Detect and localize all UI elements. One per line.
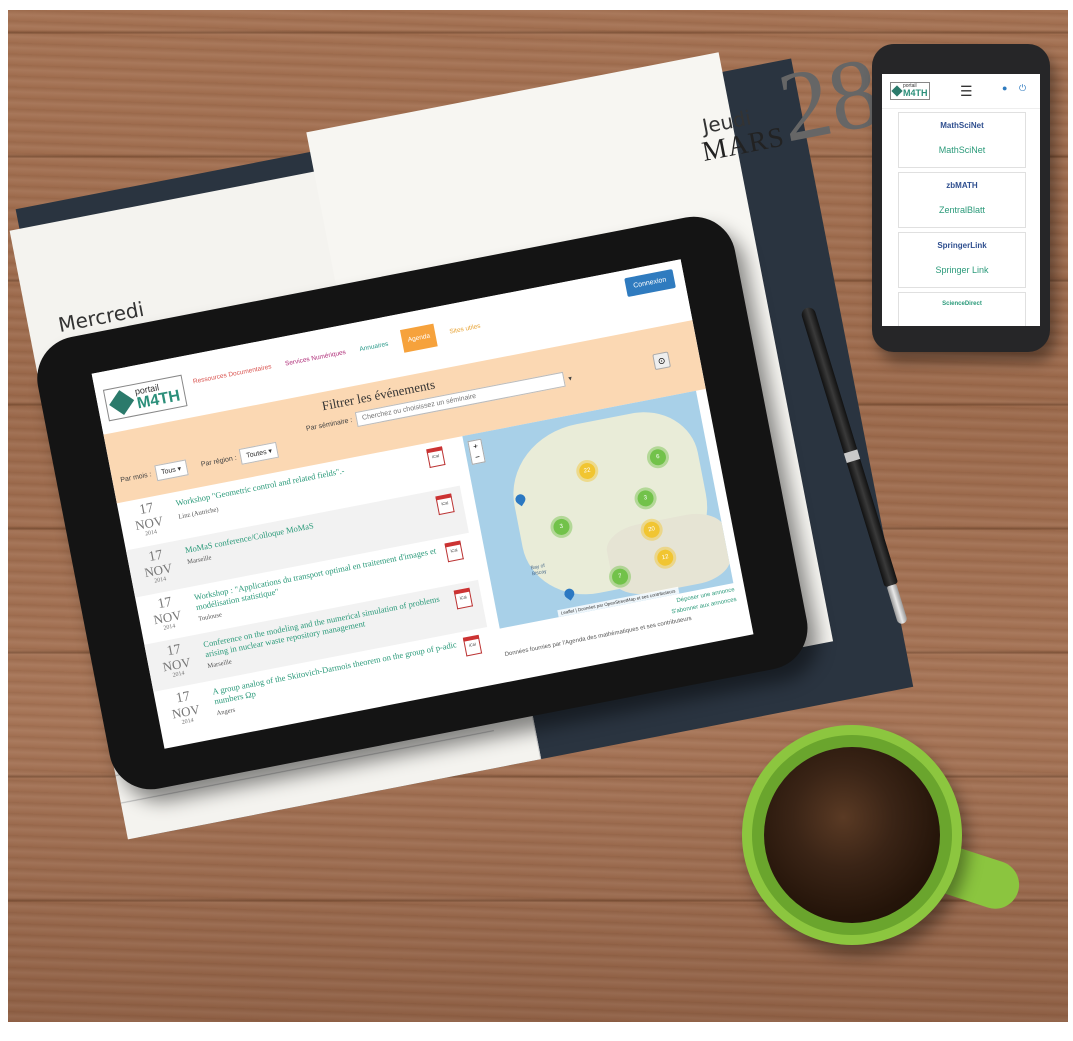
- month-filter: Par mois : Tous ▾: [119, 459, 189, 488]
- region-select-value: Toutes: [245, 448, 268, 460]
- nav-item-sites-utiles[interactable]: Sites utiles: [449, 323, 483, 344]
- chevron-down-icon: ▾: [177, 465, 182, 474]
- phone-screen: portail M4TH ☰ ● ⏻ MathSciNet MathSciNet…: [882, 74, 1040, 326]
- nav-item-services[interactable]: Services Numériques: [285, 349, 349, 376]
- month-select[interactable]: Tous ▾: [153, 459, 189, 482]
- search-icon: ⊙: [656, 355, 667, 367]
- event-date: 17 NOV 2014: [137, 546, 179, 587]
- chevron-down-icon[interactable]: ▾: [568, 374, 573, 383]
- portail-m4th-logo[interactable]: portail M4TH: [102, 374, 188, 422]
- event-location: Linz (Autriche): [177, 506, 220, 521]
- phone-header: portail M4TH ☰ ● ⏻: [882, 74, 1040, 109]
- logo-diamond-icon: [891, 85, 903, 97]
- resource-card-springer[interactable]: SpringerLink Springer Link: [898, 232, 1026, 288]
- card-logo: SpringerLink: [937, 241, 987, 250]
- hamburger-menu-icon[interactable]: ☰: [960, 83, 973, 100]
- logo-diamond-icon: [109, 390, 135, 416]
- power-icon[interactable]: ⏻: [1019, 83, 1026, 94]
- month-filter-label: Par mois :: [119, 470, 153, 484]
- resource-card-mathscinet[interactable]: MathSciNet MathSciNet: [898, 112, 1026, 168]
- connexion-button[interactable]: Connexion: [623, 269, 676, 298]
- event-location: Angers: [216, 706, 236, 718]
- card-label: MathSciNet: [938, 145, 986, 155]
- coffee: [764, 747, 940, 923]
- card-logo: ScienceDirect: [942, 301, 982, 307]
- ical-icon[interactable]: iCal: [444, 540, 464, 563]
- event-location: Marseille: [206, 658, 233, 670]
- phone-logo-big: M4TH: [903, 88, 928, 98]
- nav-item-ressources[interactable]: Ressources Documentaires: [192, 363, 273, 393]
- card-logo: MathSciNet: [940, 121, 984, 130]
- region-filter: Par région : Toutes ▾: [199, 441, 280, 473]
- event-location: Marseille: [186, 554, 213, 566]
- user-icon[interactable]: ●: [1002, 83, 1007, 93]
- event-date: 17 NOV 2014: [164, 687, 206, 728]
- seminar-filter-label: Par séminaire :: [305, 416, 354, 433]
- event-date: 17 NOV 2014: [155, 640, 197, 681]
- zoom-out-button[interactable]: −: [471, 451, 485, 464]
- month-select-value: Tous: [160, 466, 177, 477]
- nav-item-annuaires[interactable]: Annuaires: [359, 341, 391, 361]
- seminar-search-button[interactable]: ⊙: [652, 351, 671, 371]
- phone-logo[interactable]: portail M4TH: [890, 82, 930, 100]
- chevron-down-icon: ▾: [267, 447, 273, 456]
- tablet-screen: portail M4TH Ressources Documentaires Se…: [91, 259, 754, 749]
- card-label: Springer Link: [935, 265, 989, 275]
- event-date: 17 NOV 2014: [146, 593, 188, 634]
- ical-icon[interactable]: iCal: [462, 634, 483, 657]
- map-zoom-control: + −: [467, 438, 486, 465]
- region-filter-label: Par région :: [200, 454, 238, 469]
- event-location: Toulouse: [197, 611, 223, 623]
- ical-icon[interactable]: iCal: [453, 587, 473, 610]
- ical-icon[interactable]: iCal: [435, 493, 455, 516]
- region-select[interactable]: Toutes ▾: [238, 441, 280, 465]
- logo-text: portail M4TH: [134, 379, 182, 412]
- card-logo: zbMATH: [946, 181, 978, 190]
- resource-card-zbmath[interactable]: zbMATH ZentralBlatt: [898, 172, 1026, 228]
- card-label: ZentralBlatt: [938, 205, 986, 215]
- resource-card-sciencedirect[interactable]: ScienceDirect: [898, 292, 1026, 326]
- smartphone: portail M4TH ☰ ● ⏻ MathSciNet MathSciNet…: [872, 44, 1050, 352]
- ical-icon[interactable]: iCal: [426, 446, 446, 468]
- event-date: 17 NOV 2014: [127, 498, 169, 539]
- nav-item-agenda[interactable]: Agenda: [399, 323, 439, 353]
